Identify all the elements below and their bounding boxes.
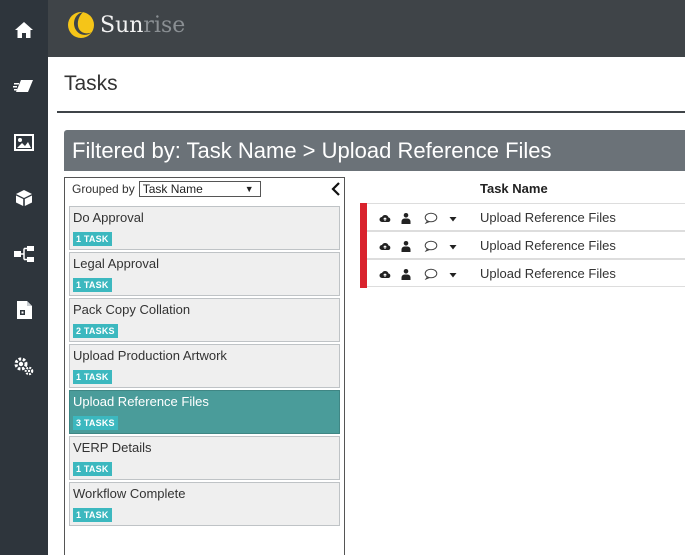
comment-icon[interactable] xyxy=(424,211,438,225)
group-name: Legal Approval xyxy=(73,256,160,271)
task-count-badge: 1 TASK xyxy=(73,508,112,522)
cloud-upload-icon[interactable] xyxy=(379,267,391,279)
group-item[interactable]: Pack Copy Collation 2 TASKS xyxy=(69,298,340,342)
task-status-bar xyxy=(360,231,367,260)
top-bar: Sunrise xyxy=(48,0,685,57)
select-caret-icon: ▼ xyxy=(244,184,254,194)
logo-text-rise: rise xyxy=(143,12,186,38)
user-icon[interactable] xyxy=(400,267,412,280)
cloud-upload-icon[interactable] xyxy=(379,211,391,223)
document-icon[interactable] xyxy=(0,290,48,330)
task-status-bar xyxy=(360,203,367,232)
box-icon[interactable] xyxy=(0,178,48,218)
group-item[interactable]: Legal Approval 1 TASK xyxy=(69,252,340,296)
sidebar xyxy=(0,0,48,555)
collapse-panel-icon[interactable] xyxy=(330,182,342,196)
gears-icon[interactable] xyxy=(0,346,48,386)
filter-bar: Filtered by: Task Name > Upload Referenc… xyxy=(64,130,685,171)
sun-logo-icon xyxy=(68,12,94,38)
task-row[interactable]: Upload Reference Files xyxy=(360,231,685,260)
group-item[interactable]: Upload Reference Files 3 TASKS xyxy=(69,390,340,434)
task-status-bar xyxy=(360,259,367,288)
caret-down-icon[interactable] xyxy=(448,267,458,279)
group-name: Pack Copy Collation xyxy=(73,302,191,317)
task-count-badge: 1 TASK xyxy=(73,462,112,476)
group-name: Upload Reference Files xyxy=(73,394,209,409)
user-icon[interactable] xyxy=(400,239,412,252)
grouped-by-row: Grouped by Task Name ▼ xyxy=(72,181,261,197)
task-row[interactable]: Upload Reference Files xyxy=(360,203,685,232)
group-name: Upload Production Artwork xyxy=(73,348,227,363)
task-count-badge: 1 TASK xyxy=(73,370,112,384)
group-item[interactable]: VERP Details 1 TASK xyxy=(69,436,340,480)
group-name: Do Approval xyxy=(73,210,144,225)
task-count-badge: 3 TASKS xyxy=(73,416,118,430)
task-name: Upload Reference Files xyxy=(480,210,616,225)
grouped-by-select[interactable]: Task Name ▼ xyxy=(138,181,261,197)
image-icon[interactable] xyxy=(0,122,48,162)
logo-text-sun: Sun xyxy=(100,12,144,38)
home-icon[interactable] xyxy=(0,10,48,50)
comment-icon[interactable] xyxy=(424,239,438,253)
group-panel: Grouped by Task Name ▼ Do Approval 1 TASK… xyxy=(64,177,345,555)
task-count-badge: 2 TASKS xyxy=(73,324,118,338)
hierarchy-icon[interactable] xyxy=(0,234,48,274)
task-row[interactable]: Upload Reference Files xyxy=(360,259,685,288)
caret-down-icon[interactable] xyxy=(448,211,458,223)
group-name: Workflow Complete xyxy=(73,486,186,501)
grouped-by-label: Grouped by xyxy=(72,182,135,196)
grouped-by-value: Task Name xyxy=(142,182,203,196)
task-name: Upload Reference Files xyxy=(480,266,616,281)
logo[interactable]: Sunrise xyxy=(66,10,185,40)
logo-text: Sunrise xyxy=(100,13,185,38)
task-name-column-header[interactable]: Task Name xyxy=(480,181,548,196)
group-name: VERP Details xyxy=(73,440,152,455)
task-count-badge: 1 TASK xyxy=(73,278,112,292)
user-icon[interactable] xyxy=(400,211,412,224)
task-count-badge: 1 TASK xyxy=(73,232,112,246)
task-name: Upload Reference Files xyxy=(480,238,616,253)
page-title: Tasks xyxy=(64,72,118,95)
group-item[interactable]: Upload Production Artwork 1 TASK xyxy=(69,344,340,388)
group-item[interactable]: Workflow Complete 1 TASK xyxy=(69,482,340,526)
group-item[interactable]: Do Approval 1 TASK xyxy=(69,206,340,250)
comment-icon[interactable] xyxy=(424,267,438,281)
caret-down-icon[interactable] xyxy=(448,239,458,251)
title-divider xyxy=(57,111,685,113)
eraser-icon[interactable] xyxy=(0,66,48,106)
cloud-upload-icon[interactable] xyxy=(379,239,391,251)
